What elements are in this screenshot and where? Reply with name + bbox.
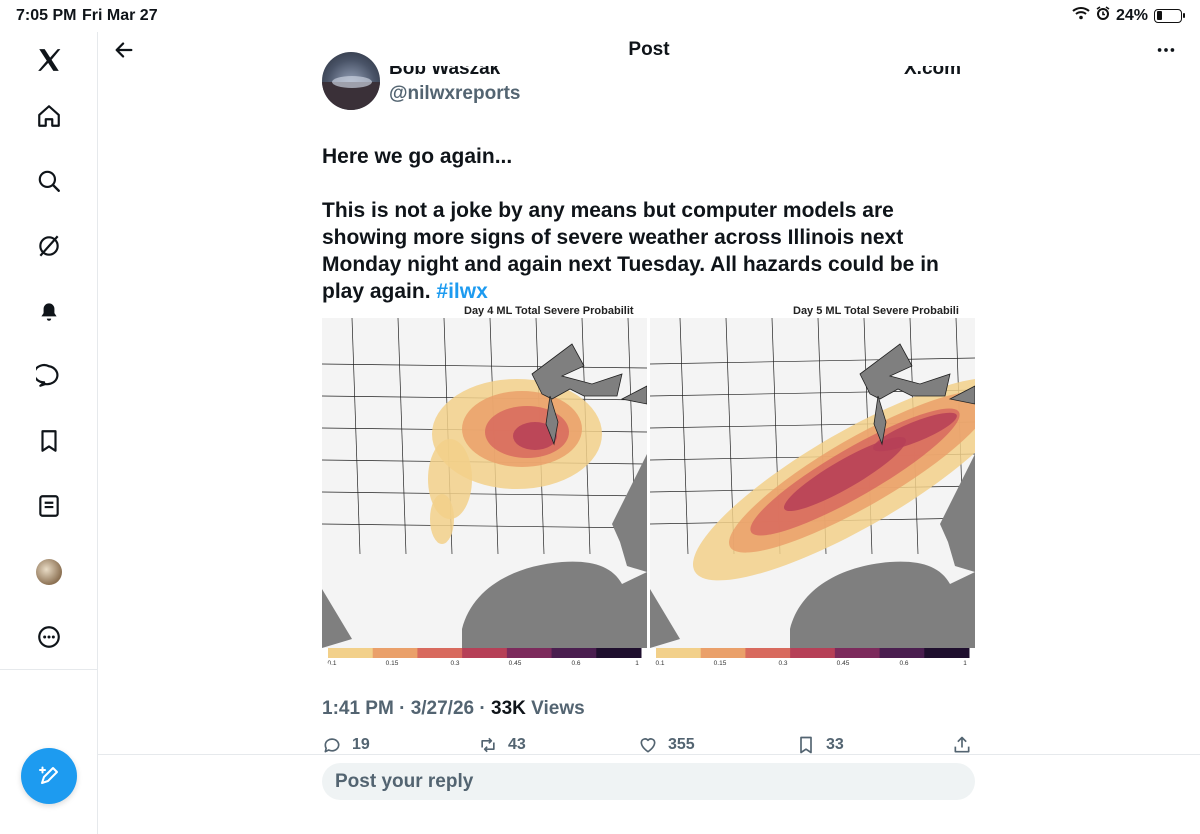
status-bar: 7:05 PM Fri Mar 27 24%: [0, 0, 1200, 32]
hashtag-link[interactable]: #ilwx: [436, 280, 487, 303]
post-text: Here we go again... This is not a joke b…: [322, 143, 982, 305]
repost-button[interactable]: 43: [478, 735, 526, 755]
repost-count: 43: [508, 736, 526, 753]
scale-swatch: [700, 648, 746, 658]
profile-avatar[interactable]: [30, 553, 68, 591]
x-logo-icon[interactable]: [30, 41, 68, 79]
avatar: [36, 559, 62, 585]
map-image-day5[interactable]: Day 5 ML Total Severe Probabili 0.1 0.15 0.…: [650, 304, 975, 666]
reply-icon: [324, 738, 340, 753]
sidebar-divider: [0, 669, 97, 670]
messages-icon[interactable]: [30, 357, 68, 395]
reply-placeholder: Post your reply: [335, 771, 474, 792]
share-icon: [954, 736, 970, 753]
more-options-icon[interactable]: [30, 618, 68, 656]
grok-icon[interactable]: [30, 227, 68, 265]
lists-icon[interactable]: [30, 487, 68, 525]
scale-swatch: [924, 648, 970, 658]
reply-count: 19: [352, 736, 370, 753]
bookmark-icon: [800, 736, 812, 754]
reply-divider: [98, 754, 1200, 755]
scale-label: 0.15: [386, 660, 399, 666]
scale-label: 0.1: [655, 660, 664, 666]
scale-swatch: [596, 648, 642, 658]
post-paragraph: This is not a joke by any means but comp…: [322, 197, 982, 305]
scale-swatch: [834, 648, 881, 658]
views-count: 33K: [491, 698, 526, 719]
scale-label: 0.6: [571, 660, 580, 666]
battery-icon: [1154, 8, 1185, 23]
scale-swatch: [745, 648, 791, 658]
map-svg: Day 4 ML Total Severe Probabilit 0.1 0.15 0…: [322, 304, 647, 666]
post-time[interactable]: 1:41 PM: [322, 698, 394, 719]
scale-swatch: [551, 648, 597, 658]
views-label: Views: [531, 698, 585, 719]
scale-label: 0.3: [450, 660, 459, 666]
bookmark-count: 33: [826, 736, 844, 753]
post-actions: 19 43 355 33: [322, 735, 982, 763]
scale-label: 0.6: [899, 660, 908, 666]
map-title: Day 5 ML Total Severe Probabili: [793, 305, 959, 317]
author-handle[interactable]: @nilwxreports: [389, 83, 521, 105]
status-time: 7:05 PM: [16, 7, 77, 24]
scale-label: 0.45: [837, 660, 850, 666]
scale-swatch: [656, 648, 702, 658]
map-title: Day 4 ML Total Severe Probabilit: [464, 305, 634, 317]
home-icon[interactable]: [30, 97, 68, 135]
more-button[interactable]: [1152, 36, 1180, 64]
post-meta: 1:41 PM · 3/27/26 · 33K Views: [322, 698, 585, 719]
reply-button[interactable]: 19: [322, 735, 370, 755]
scale-label: 1: [635, 660, 639, 666]
wifi-icon: [1072, 6, 1090, 25]
map-svg: Day 5 ML Total Severe Probabili 0.1 0.15 0.…: [650, 304, 975, 666]
more-horizontal-icon: [1157, 48, 1175, 52]
status-indicators: 24%: [1072, 6, 1185, 25]
status-date: Fri Mar 27: [82, 7, 158, 24]
post-intro: Here we go again...: [322, 145, 513, 168]
scale-label: 1: [963, 660, 967, 666]
scale-swatch: [417, 648, 463, 658]
scale-swatch: [879, 648, 925, 658]
post-body: This is not a joke by any means but comp…: [322, 199, 939, 303]
battery-percent: 24%: [1115, 6, 1148, 24]
reply-input[interactable]: Post your reply: [322, 763, 975, 800]
post-header: Post: [98, 32, 1200, 68]
post-media[interactable]: Day 4 ML Total Severe Probabilit 0.1 0.15 0…: [322, 304, 975, 666]
bookmarks-icon[interactable]: [30, 422, 68, 460]
repost-icon: [481, 737, 495, 753]
sidebar: [0, 32, 98, 834]
scale-swatch: [462, 648, 508, 658]
compose-post-button[interactable]: [21, 748, 77, 804]
page-title: Post: [628, 39, 670, 60]
notifications-bell-icon[interactable]: [30, 292, 68, 330]
scale-label: 0.3: [778, 660, 787, 666]
scale-swatch: [790, 648, 836, 658]
like-count: 355: [668, 736, 695, 753]
author-avatar[interactable]: [322, 52, 380, 110]
like-button[interactable]: 355: [638, 735, 695, 755]
scale-swatch: [506, 648, 553, 658]
bookmark-button[interactable]: 33: [796, 735, 844, 755]
compose-icon: [39, 766, 58, 784]
scale-swatch: [328, 648, 374, 658]
scale-label: 0.15: [714, 660, 727, 666]
scale-label: 0.1: [327, 660, 336, 666]
scale-label: 0.45: [509, 660, 522, 666]
search-icon[interactable]: [30, 162, 68, 200]
alarm-icon: [1096, 6, 1110, 25]
map-image-day4[interactable]: Day 4 ML Total Severe Probabilit 0.1 0.15 0…: [322, 304, 647, 666]
heart-icon: [640, 738, 656, 753]
scale-swatch: [372, 648, 418, 658]
post-date[interactable]: 3/27/26: [411, 698, 474, 719]
share-button[interactable]: [952, 735, 972, 755]
battery-level: [1156, 11, 1163, 20]
